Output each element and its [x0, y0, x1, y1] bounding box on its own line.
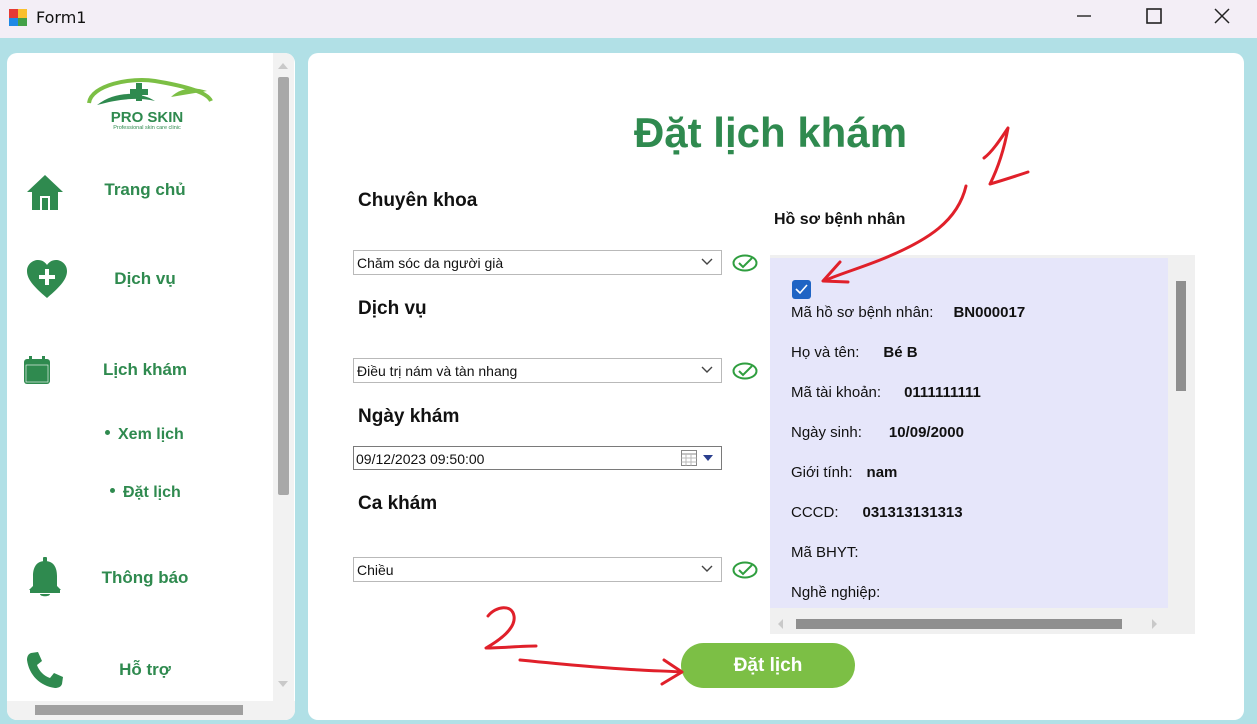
annotation-layer — [484, 126, 1030, 686]
annotation-arrow-1 — [821, 184, 968, 284]
annotation-marker-2 — [484, 606, 538, 650]
annotation-arrow-2 — [518, 658, 684, 686]
annotation-marker-1 — [982, 126, 1030, 186]
